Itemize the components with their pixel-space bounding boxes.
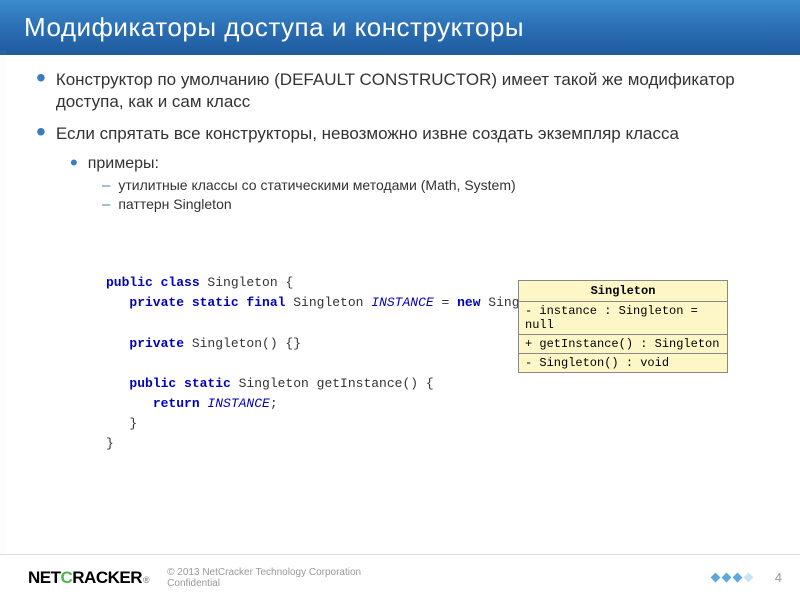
bullet-text: Если спрятать все конструкторы, невозмож…: [56, 123, 679, 145]
bullet-dash-icon: –: [102, 196, 110, 213]
bullet-2-1-1: – утилитные классы со статическими метод…: [102, 177, 764, 194]
netcracker-logo: NETCRACKER®: [28, 568, 149, 588]
uml-constructor: - Singleton() : void: [519, 354, 727, 372]
bullet-1: • Конструктор по умолчанию (DEFAULT CONS…: [36, 69, 764, 113]
bullet-2-1: • примеры:: [70, 155, 764, 173]
copyright-text: © 2013 NetCracker Technology Corporation…: [167, 567, 361, 589]
uml-class-box: Singleton - instance : Singleton = null …: [518, 280, 728, 373]
bullet-text: Конструктор по умолчанию (DEFAULT CONSTR…: [56, 69, 764, 113]
footer: NETCRACKER® © 2013 NetCracker Technology…: [0, 554, 800, 600]
bullet-text: утилитные классы со статическими методам…: [118, 177, 515, 193]
page-dots-icon: [712, 574, 752, 581]
uml-attribute: - instance : Singleton = null: [519, 302, 727, 335]
bullet-2-1-2: – паттерн Singleton: [102, 196, 764, 213]
bullet-dash-icon: –: [102, 177, 110, 194]
bullet-dot-icon: •: [70, 155, 78, 171]
bullet-text: примеры:: [88, 155, 159, 173]
uml-method: + getInstance() : Singleton: [519, 335, 727, 354]
bullet-text: паттерн Singleton: [118, 196, 231, 212]
slide-title: Модификаторы доступа и конструкторы: [0, 0, 800, 55]
content-area: • Конструктор по умолчанию (DEFAULT CONS…: [0, 55, 800, 455]
left-stripe: [0, 50, 6, 554]
bullet-dot-icon: •: [36, 69, 46, 87]
bullet-dot-icon: •: [36, 123, 46, 141]
page-number: 4: [775, 570, 782, 585]
bullet-2: • Если спрятать все конструкторы, невозм…: [36, 123, 764, 145]
uml-class-name: Singleton: [519, 281, 727, 302]
